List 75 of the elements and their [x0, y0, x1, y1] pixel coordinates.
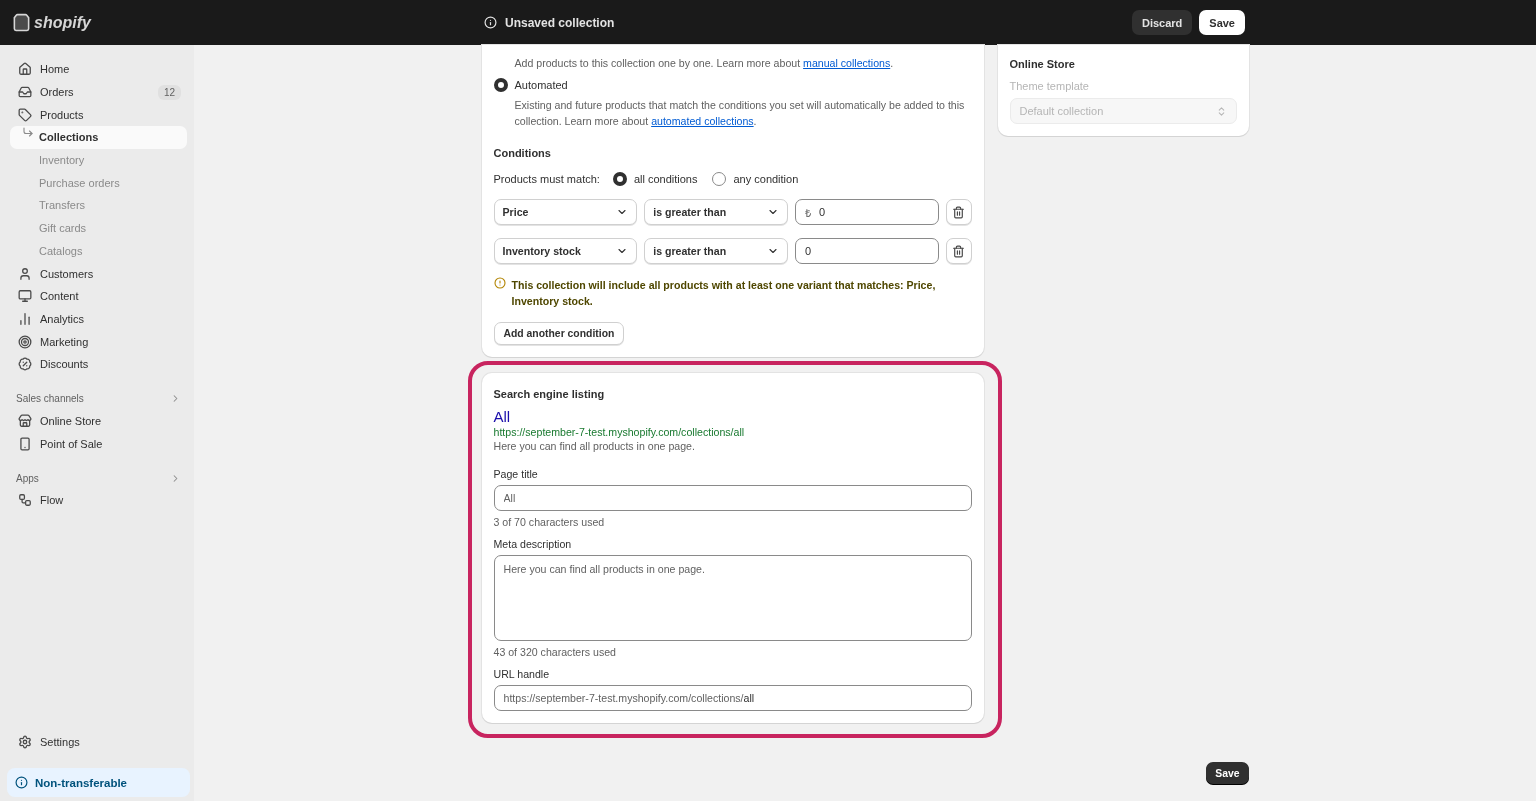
radio-label: Automated	[514, 79, 568, 91]
store-icon	[18, 413, 32, 428]
add-condition-button[interactable]: Add another condition	[493, 322, 625, 345]
operator-select[interactable]: is greater than	[644, 199, 788, 225]
section-title: Conditions	[493, 147, 552, 159]
operator-select[interactable]: is greater than	[644, 238, 788, 264]
field-select[interactable]: Inventory stock	[493, 238, 638, 264]
delete-button[interactable]	[945, 238, 972, 264]
inbox-icon	[18, 85, 32, 100]
character-count: 3 of 70 characters used	[493, 516, 606, 528]
nav-item[interactable]: Orders 12	[10, 80, 187, 104]
info-icon	[15, 776, 28, 789]
field-label: Meta description	[493, 538, 573, 550]
preview-description: Here you can find all products in one page.	[493, 440, 696, 452]
page-title-field[interactable]: All	[493, 485, 972, 511]
trash-icon	[952, 244, 966, 258]
tag-icon	[18, 107, 32, 122]
radio-button[interactable]	[612, 172, 627, 186]
radio-label: all conditions	[633, 173, 698, 185]
settings-link[interactable]: Settings	[10, 730, 187, 753]
meta-description-field[interactable]: Here you can find all products in one page.	[493, 555, 972, 641]
radio-label: any condition	[733, 173, 799, 185]
bar-chart-icon	[18, 311, 32, 326]
percent-badge-icon	[18, 357, 32, 372]
notice-banner[interactable]: Non-transferable	[7, 768, 190, 797]
nav-item[interactable]: Customers	[10, 262, 187, 285]
nav-item[interactable]: Point of Sale	[10, 432, 187, 455]
learn-more-link[interactable]: automated collections	[651, 115, 754, 127]
option-description: Add products to this collection one by one. Learn more about manual collections.	[514, 56, 895, 71]
preview-url: https://september-7-test.myshopify.com/collections/all	[493, 426, 746, 438]
card-title: Online Store	[1009, 58, 1076, 70]
save-button[interactable]: Save	[1199, 10, 1245, 35]
nav-item[interactable]: Flow	[10, 489, 187, 512]
nav-item[interactable]: Home	[10, 58, 187, 81]
nav-item[interactable]: Discounts	[10, 352, 187, 376]
field-select[interactable]: Price	[493, 199, 638, 225]
logo-text: shopify	[34, 13, 91, 32]
radio-button[interactable]	[712, 172, 727, 186]
page-title: Unsaved collection	[505, 15, 615, 30]
discard-button[interactable]: Discard	[1131, 10, 1193, 35]
field-label: URL handle	[493, 668, 551, 680]
monitor-icon	[18, 289, 32, 304]
nav-item[interactable]: Products	[10, 103, 187, 127]
section-header[interactable]: Apps	[10, 467, 187, 489]
field-label: Page title	[493, 468, 539, 480]
alert-icon	[493, 277, 506, 289]
workflow-icon	[18, 493, 32, 508]
value-field[interactable]: ₺ 0	[794, 199, 939, 225]
character-count: 43 of 320 characters used	[493, 646, 617, 658]
section-header[interactable]: Sales channels	[10, 387, 187, 410]
option-description: Existing and future products that match the conditions you set will automatically be added to this collection. Learn more about automated collections.	[514, 98, 966, 129]
target-icon	[18, 334, 32, 349]
url-handle-field[interactable]: https://september-7-test.myshopify.com/collections/all	[493, 685, 972, 711]
count-badge: 12	[157, 84, 181, 100]
info-icon	[484, 16, 497, 29]
preview-title[interactable]: All	[493, 408, 972, 425]
field-label: Theme template	[1009, 80, 1090, 92]
nav-item[interactable]: Analytics	[10, 307, 187, 331]
card-title: Search engine listing	[493, 388, 606, 400]
nav-subitem[interactable]: Collections	[10, 126, 187, 149]
phone-icon	[18, 436, 32, 451]
corner-arrow-icon	[22, 126, 34, 139]
nav-item[interactable]: Online Store	[10, 409, 187, 433]
save-button[interactable]: Save	[1206, 762, 1249, 784]
nav-item[interactable]: Marketing	[10, 330, 187, 353]
value-field[interactable]: 0	[794, 238, 939, 264]
radio-button[interactable]	[493, 78, 508, 92]
house-icon	[18, 62, 32, 77]
trash-icon	[952, 205, 966, 219]
warning-text: This collection will include all products with at least one variant that matches: Price, Inventory stock.	[511, 278, 937, 309]
person-icon	[18, 266, 32, 281]
delete-button[interactable]	[945, 199, 972, 225]
match-label: Products must match:	[493, 173, 600, 185]
nav-item[interactable]: Content	[10, 284, 187, 308]
settings-icon	[18, 734, 32, 749]
